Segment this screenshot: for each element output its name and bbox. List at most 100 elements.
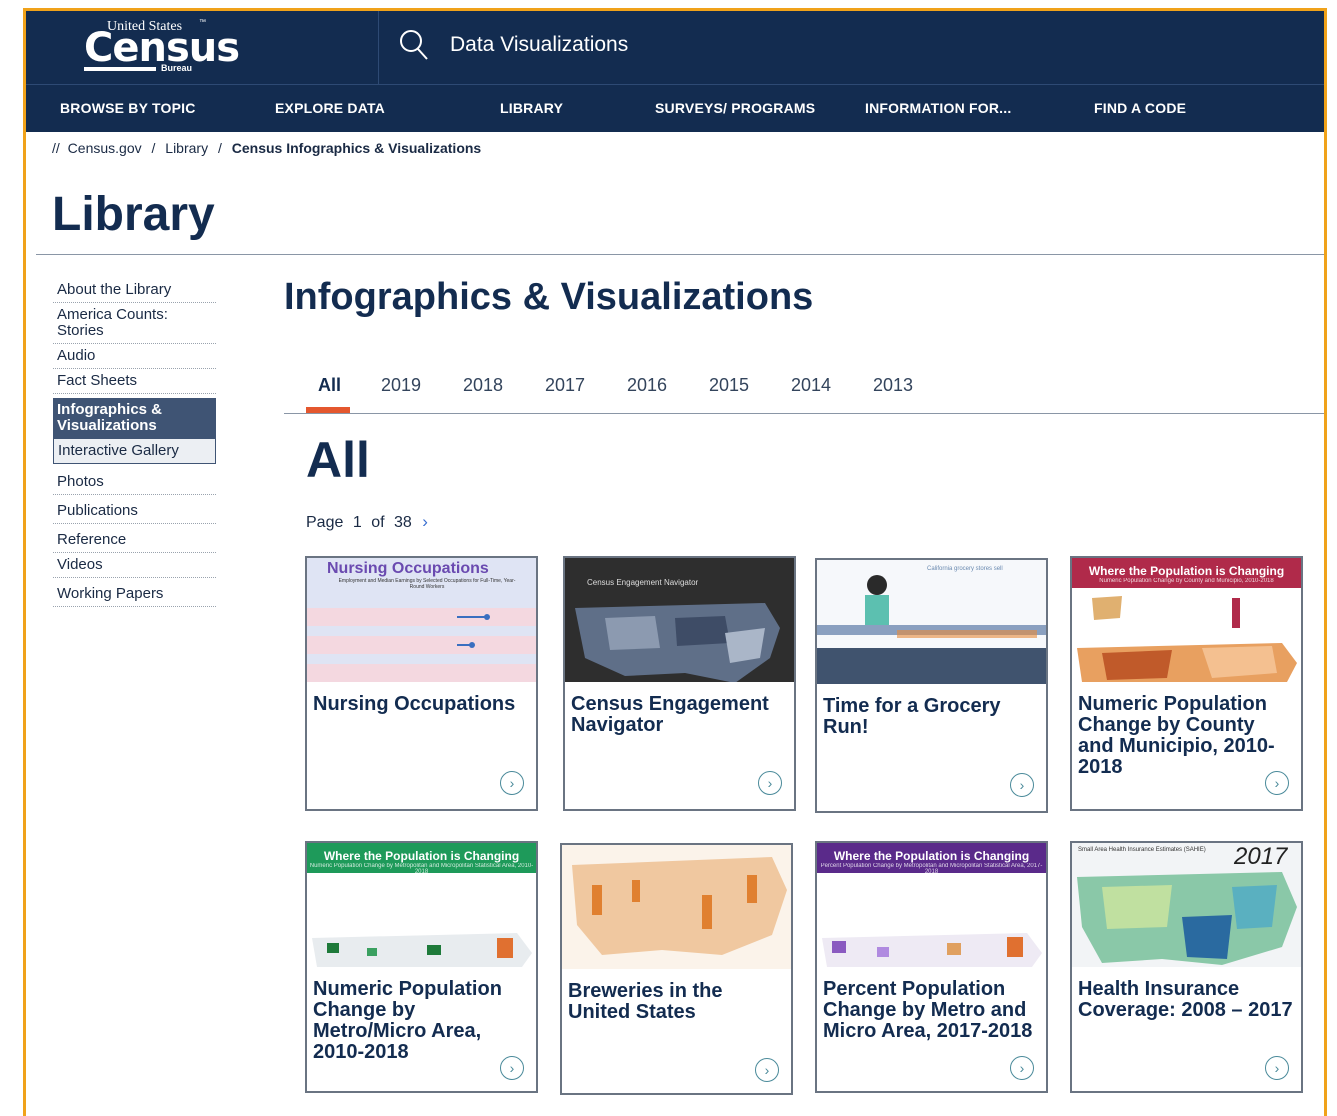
pager-next-button[interactable]: ›: [422, 512, 428, 531]
card-health-insurance[interactable]: Small Area Health Insurance Estimates (S…: [1070, 841, 1303, 1093]
card-census-engagement-navigator[interactable]: Census Engagement Navigator Census Engag…: [563, 556, 796, 811]
page-frame: United States ™ Census Bureau Data Visua…: [23, 8, 1327, 1116]
sidebar-item-publications[interactable]: Publications: [53, 499, 216, 524]
nav-library[interactable]: LIBRARY: [500, 100, 563, 116]
tab-2019[interactable]: 2019: [381, 375, 421, 396]
card-title[interactable]: Breweries in the United States: [568, 981, 783, 1023]
header: United States ™ Census Bureau Data Visua…: [26, 11, 1324, 84]
pager-total: 38: [393, 514, 412, 531]
nursing-chart-graphic: [307, 608, 536, 682]
nav-find-a-code[interactable]: FIND A CODE: [1094, 100, 1186, 116]
arrow-circle-icon[interactable]: ›: [500, 771, 524, 795]
card-breweries[interactable]: Breweries in the United States ›: [560, 843, 793, 1095]
active-tab-indicator: [306, 407, 350, 413]
header-divider: [378, 11, 379, 84]
percent-map-graphic: [822, 933, 1042, 967]
card-title[interactable]: Numeric Population Change by Metro/Micro…: [313, 979, 528, 1063]
metro-map-graphic: [312, 933, 532, 967]
tab-2017[interactable]: 2017: [545, 375, 585, 396]
nav-information-for[interactable]: INFORMATION FOR...: [865, 100, 1011, 116]
card-population-change-metro[interactable]: Where the Population is Changing Numeric…: [305, 841, 538, 1093]
thumb-title: Census Engagement Navigator: [587, 578, 699, 587]
arrow-circle-icon[interactable]: ›: [755, 1058, 779, 1082]
card-title[interactable]: Time for a Grocery Run!: [823, 696, 1038, 738]
year-tabs: All 2019 2018 2017 2016 2015 2014 2013: [284, 373, 1324, 414]
card-nursing-occupations[interactable]: Nursing Occupations Employment and Media…: [305, 556, 538, 811]
tab-2014[interactable]: 2014: [791, 375, 831, 396]
sidebar-item-interactive-gallery[interactable]: Interactive Gallery: [53, 438, 216, 464]
breadcrumb-prefix: //: [52, 140, 60, 156]
sidebar-item-audio[interactable]: Audio: [53, 344, 216, 369]
arrow-circle-icon[interactable]: ›: [1010, 1056, 1034, 1080]
grocery-illustration: [817, 575, 1046, 684]
card-thumbnail: California grocery stores sell: [817, 560, 1046, 684]
thumb-title: Small Area Health Insurance Estimates (S…: [1078, 847, 1206, 853]
card-title[interactable]: Nursing Occupations: [313, 694, 528, 715]
card-title[interactable]: Numeric Population Change by County and …: [1078, 694, 1293, 778]
sidebar-item-america-counts[interactable]: America Counts: Stories: [53, 303, 216, 344]
title-divider: [36, 254, 1324, 255]
thumb-title: Where the Population is Changing: [323, 849, 520, 863]
breadcrumb-library[interactable]: Library: [165, 140, 208, 156]
main-nav: BROWSE BY TOPIC EXPLORE DATA LIBRARY SUR…: [26, 84, 1324, 132]
card-thumbnail: Census Engagement Navigator: [565, 558, 794, 682]
pager: Page 1 of 38 ›: [306, 512, 428, 532]
card-thumbnail: Small Area Health Insurance Estimates (S…: [1072, 843, 1301, 967]
breadcrumb: // Census.gov / Library / Census Infogra…: [52, 140, 481, 156]
thumb-header: Where the Population is Changing Numeric…: [1072, 558, 1301, 588]
search-icon[interactable]: [399, 29, 429, 61]
sidebar-item-videos[interactable]: Videos: [53, 553, 216, 578]
thumb-title: Where the Population is Changing: [833, 849, 1030, 863]
search-input[interactable]: Data Visualizations: [450, 33, 628, 57]
sidebar-item-fact-sheets[interactable]: Fact Sheets: [53, 369, 216, 394]
arrow-circle-icon[interactable]: ›: [1265, 771, 1289, 795]
thumb-title: Where the Population is Changing: [1088, 564, 1285, 578]
tab-2015[interactable]: 2015: [709, 375, 749, 396]
arrow-circle-icon[interactable]: ›: [758, 771, 782, 795]
card-thumbnail: Where the Population is Changing Numeric…: [307, 843, 536, 967]
breweries-map-graphic: [572, 857, 787, 955]
card-grocery-run[interactable]: California grocery stores sell Time for …: [815, 558, 1048, 813]
card-thumbnail: [562, 845, 791, 969]
card-title[interactable]: Percent Population Change by Metro and M…: [823, 979, 1038, 1042]
us-map-graphic: [575, 603, 780, 682]
sidebar-item-reference[interactable]: Reference: [53, 528, 216, 553]
breadcrumb-separator: /: [151, 140, 156, 156]
breadcrumb-home[interactable]: Census.gov: [68, 140, 142, 156]
breadcrumb-current: Census Infographics & Visualizations: [231, 140, 482, 156]
nav-surveys-programs[interactable]: SURVEYS/ PROGRAMS: [655, 100, 815, 116]
card-percent-population-change[interactable]: Where the Population is Changing Percent…: [815, 841, 1048, 1093]
card-thumbnail: Where the Population is Changing Percent…: [817, 843, 1046, 967]
arrow-circle-icon[interactable]: ›: [1265, 1056, 1289, 1080]
arrow-circle-icon[interactable]: ›: [1010, 773, 1034, 797]
card-title[interactable]: Census Engagement Navigator: [571, 694, 786, 736]
sidebar: About the Library America Counts: Storie…: [53, 278, 216, 607]
thumb-title: Nursing Occupations: [327, 560, 489, 577]
card-title[interactable]: Health Insurance Coverage: 2008 – 2017: [1078, 979, 1293, 1021]
breadcrumb-separator: /: [217, 140, 222, 156]
sidebar-item-infographics[interactable]: Infographics & Visualizations: [53, 398, 216, 438]
logo-bureau: Bureau: [161, 63, 193, 73]
nav-browse-by-topic[interactable]: BROWSE BY TOPIC: [60, 100, 196, 116]
thumb-header: Where the Population is Changing Numeric…: [307, 843, 536, 875]
thumb-header: Where the Population is Changing Percent…: [817, 843, 1046, 875]
insurance-map-graphic: [1077, 872, 1297, 965]
card-thumbnail: Where the Population is Changing Numeric…: [1072, 558, 1301, 682]
tab-all[interactable]: All: [318, 375, 341, 396]
sidebar-item-photos[interactable]: Photos: [53, 470, 216, 495]
logo-underline: [84, 67, 156, 71]
tab-2018[interactable]: 2018: [463, 375, 503, 396]
card-population-change-county[interactable]: Where the Population is Changing Numeric…: [1070, 556, 1303, 811]
census-logo[interactable]: United States ™ Census Bureau: [81, 17, 240, 75]
sidebar-item-working-papers[interactable]: Working Papers: [53, 582, 216, 607]
arrow-circle-icon[interactable]: ›: [500, 1056, 524, 1080]
sidebar-item-about[interactable]: About the Library: [53, 278, 216, 303]
card-thumbnail: Nursing Occupations Employment and Media…: [307, 558, 536, 682]
nav-explore-data[interactable]: EXPLORE DATA: [275, 100, 385, 116]
tab-2016[interactable]: 2016: [627, 375, 667, 396]
pager-of: of: [371, 514, 385, 531]
results-heading: All: [306, 432, 370, 488]
pager-current: 1: [352, 514, 362, 531]
pager-label: Page: [306, 514, 344, 531]
tab-2013[interactable]: 2013: [873, 375, 913, 396]
